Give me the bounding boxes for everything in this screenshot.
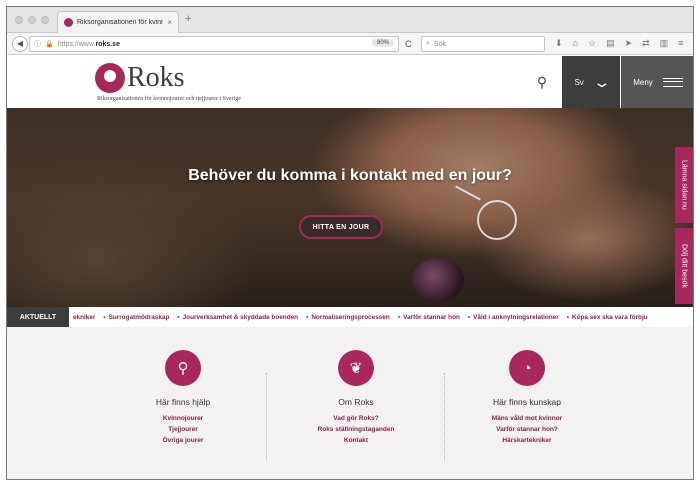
browser-search-input[interactable]: ⌕ Sök xyxy=(421,36,545,52)
toolbar-icons: ⬇ ⌂ ☆ ▤ ➤ ⇄ ▥ ≡ xyxy=(555,38,683,49)
column-links: Mäns våld mot kvinnor Varför stannar hon… xyxy=(452,413,602,446)
heart-hands-icon: ❦ xyxy=(338,350,374,386)
link-harskartekniker[interactable]: Härskartekniker xyxy=(452,435,602,446)
link-tjejjourer[interactable]: Tjejjourer xyxy=(108,424,258,435)
location-pin-icon: ⚲ xyxy=(165,350,201,386)
ticker-item[interactable]: Varför stannar hon xyxy=(394,314,464,321)
knowledge-column: ◔ Här finns kunskap Mäns våld mot kvinno… xyxy=(452,327,602,479)
logo-subtitle: Riksorganisationen för kvinnojourer och … xyxy=(97,96,241,102)
hero-image-gem xyxy=(412,258,464,302)
menu-button[interactable]: Meny xyxy=(621,56,693,108)
minimize-window-icon[interactable] xyxy=(28,16,36,24)
download-icon[interactable]: ⬇ xyxy=(555,38,563,49)
find-shelter-button[interactable]: HITTA EN JOUR xyxy=(299,215,383,239)
hamburger-icon[interactable]: ≡ xyxy=(678,38,683,49)
link-vad-gor-roks[interactable]: Vad gör Roks? xyxy=(281,413,431,424)
link-ovriga-jourer[interactable]: Övriga jourer xyxy=(108,435,258,446)
hero-banner: Behöver du komma i kontakt med en jour? … xyxy=(7,108,693,307)
help-column: ⚲ Här finns hjälp Kvinnojourer Tjejjoure… xyxy=(108,327,258,479)
roks-logo-icon[interactable] xyxy=(95,63,125,93)
library-icon[interactable]: ▤ xyxy=(606,38,615,49)
search-icon: ⌕ xyxy=(426,40,430,47)
ticker-item[interactable]: Normaliseringsprocessen xyxy=(302,314,394,321)
column-links: Kvinnojourer Tjejjourer Övriga jourer xyxy=(108,413,258,446)
menu-label: Meny xyxy=(633,77,653,87)
hero-image-detail xyxy=(455,185,481,201)
send-icon[interactable]: ➤ xyxy=(625,38,633,49)
home-icon[interactable]: ⌂ xyxy=(573,38,578,49)
reload-icon[interactable]: C xyxy=(405,39,412,49)
close-window-icon[interactable] xyxy=(15,16,23,24)
column-links: Vad gör Roks? Roks ställningstaganden Ko… xyxy=(281,413,431,446)
tab-close-icon[interactable]: × xyxy=(167,18,172,27)
maximize-window-icon[interactable] xyxy=(41,16,49,24)
language-selector[interactable]: Sv ⌄ xyxy=(562,56,620,108)
hide-visit-button[interactable]: Dölj ditt besök xyxy=(675,228,693,304)
browser-window: Riksorganisationen för kvinno × + ◀ ⓘ 🔒 … xyxy=(6,6,694,480)
search-placeholder: Sök xyxy=(433,40,446,48)
lock-icon: 🔒 xyxy=(45,41,54,48)
column-title: Här finns kunskap xyxy=(492,397,562,407)
tab-title: Riksorganisationen för kvinno xyxy=(77,19,164,26)
logo-wordmark[interactable]: Roks xyxy=(127,63,185,93)
hide-visit-label: Dölj ditt besök xyxy=(680,244,688,288)
zoom-level[interactable]: 80% xyxy=(371,39,394,47)
column-divider xyxy=(444,373,445,461)
hero-image-ring xyxy=(477,200,517,240)
hero-title: Behöver du komma i kontakt med en jour? xyxy=(188,167,512,184)
url-bar[interactable]: ⓘ 🔒 https://www.roks.se 80% xyxy=(29,36,399,52)
nav-bar: ◀ ⓘ 🔒 https://www.roks.se 80% C ⌕ Sök ⬇ … xyxy=(7,33,693,55)
link-mans-vald[interactable]: Mäns våld mot kvinnor xyxy=(452,413,602,424)
ticker-item[interactable]: ekniker xyxy=(69,314,99,321)
link-kontakt[interactable]: Kontakt xyxy=(281,435,431,446)
ticker-label: AKTUELLT xyxy=(7,307,69,327)
browser-tab[interactable]: Riksorganisationen för kvinno × xyxy=(57,11,179,33)
ticker-item[interactable]: Surrogatmödraskap xyxy=(99,314,173,321)
roks-favicon-icon xyxy=(64,18,73,27)
leave-site-button[interactable]: Lämna sidan nu xyxy=(675,147,693,223)
link-varfor-stannar-hon[interactable]: Varför stannar hon? xyxy=(452,424,602,435)
link-kvinnojourer[interactable]: Kvinnojourer xyxy=(108,413,258,424)
new-tab-button[interactable]: + xyxy=(185,13,191,25)
hamburger-icon xyxy=(662,77,683,87)
ticker-items: ekniker Surrogatmödraskap Jourverksamhet… xyxy=(69,314,652,321)
column-title: Här finns hjälp xyxy=(155,397,211,407)
site-header: Roks Riksorganisationen för kvinnojourer… xyxy=(7,56,693,108)
ticker-item[interactable]: Våld i anknytningsrelationer xyxy=(464,314,563,321)
url-text: https://www.roks.se xyxy=(57,40,120,48)
about-column: ❦ Om Roks Vad gör Roks? Roks ställningst… xyxy=(281,327,431,479)
link-stallningstaganden[interactable]: Roks ställningstaganden xyxy=(281,424,431,435)
news-ticker: AKTUELLT ekniker Surrogatmödraskap Jourv… xyxy=(7,307,693,327)
language-label: Sv xyxy=(574,77,584,87)
info-icon[interactable]: ⓘ xyxy=(34,39,41,49)
ticker-item[interactable]: Köpa sex ska vara förbju xyxy=(563,314,652,321)
chevron-down-icon: ⌄ xyxy=(592,73,612,90)
column-title: Om Roks xyxy=(338,397,374,407)
back-button[interactable]: ◀ xyxy=(12,35,28,52)
sync-icon[interactable]: ⇄ xyxy=(642,38,650,49)
info-section: ⚲ Här finns hjälp Kvinnojourer Tjejjoure… xyxy=(7,327,693,479)
ticker-item[interactable]: Jourverksamhet & skyddade boenden xyxy=(173,314,302,321)
chart-pie-icon: ◔ xyxy=(509,350,545,386)
column-divider xyxy=(266,373,267,461)
bookmark-star-icon[interactable]: ☆ xyxy=(588,38,596,49)
leave-site-label: Lämna sidan nu xyxy=(680,160,688,210)
search-icon: ⚲ xyxy=(536,73,548,90)
site-search-button[interactable]: ⚲ xyxy=(527,70,557,94)
sidebar-icon[interactable]: ▥ xyxy=(660,38,669,49)
tab-strip: Riksorganisationen för kvinno × + xyxy=(7,7,693,33)
